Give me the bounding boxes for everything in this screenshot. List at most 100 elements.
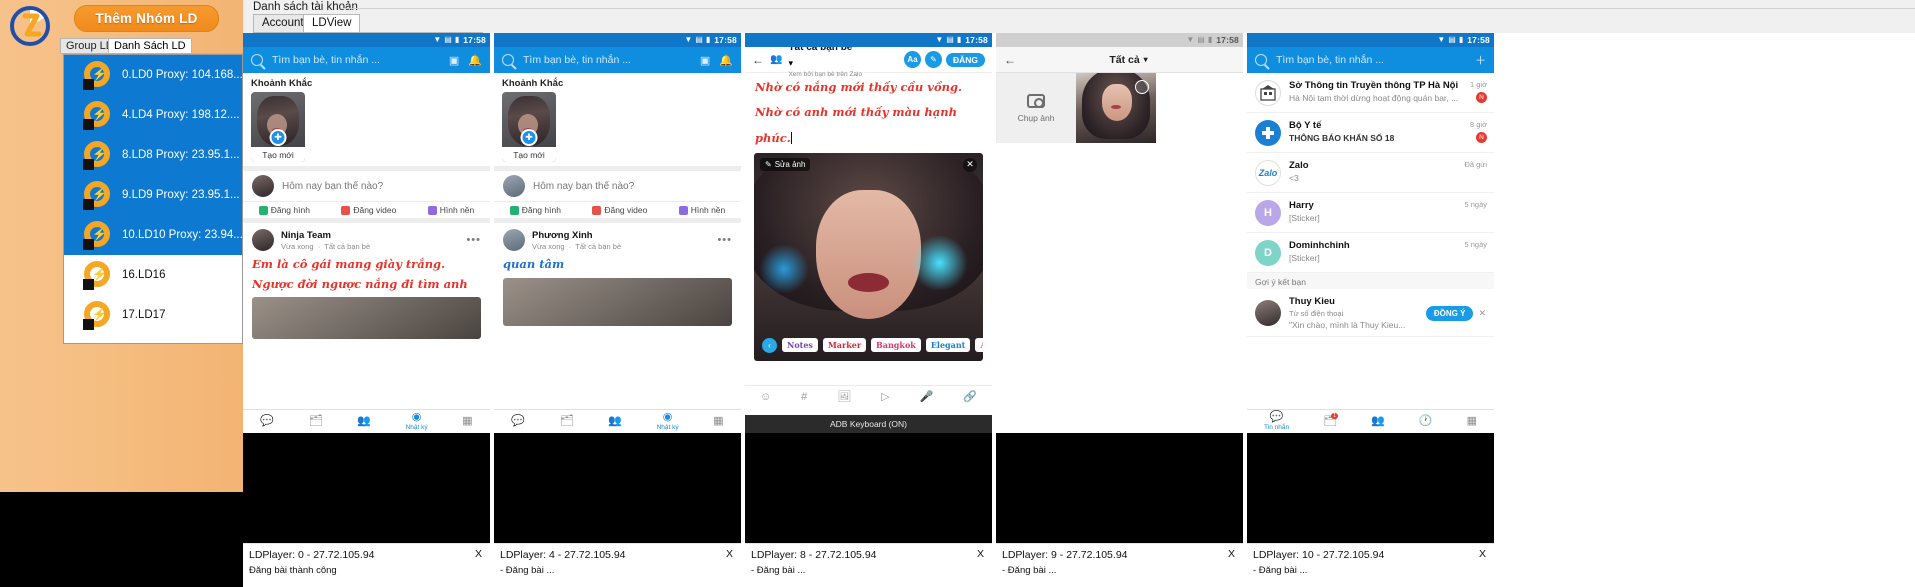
phone-screen-3[interactable]: ▼ ▤ ▮ 17:58 ← Tất cả ▾ Chụp ảnh	[996, 33, 1243, 433]
action-post-video[interactable]: Đăng video	[341, 205, 396, 215]
bottom-tabbar[interactable]: 💬 Tin nhắn 🗂 1 👥 🕐 ▦	[1247, 409, 1494, 433]
dismiss-suggestion-button[interactable]: ✕	[1478, 308, 1486, 319]
chat-list-item[interactable]: Zalo Zalo <3 Đã gửi	[1247, 153, 1494, 193]
gallery-photo-tile[interactable]	[1076, 73, 1156, 143]
friend-suggestion-item[interactable]: Thuy Kieu Từ số điện thoại "Xin chào, mì…	[1247, 289, 1494, 337]
zalo-search-bar[interactable]: Tìm bạn bè, tin nhắn ... ＋	[1247, 47, 1494, 73]
zalo-search-bar[interactable]: Tìm bạn bè, tin nhắn ... ▣ 🔔	[243, 47, 490, 73]
emulator-panel-3[interactable]: ▼ ▤ ▮ 17:58 ← Tất cả ▾ Chụp ảnh LDPlayer…	[996, 33, 1243, 587]
plus-icon[interactable]: ✚	[520, 129, 538, 146]
draw-button[interactable]: ✎	[924, 51, 942, 68]
phone-screen-2[interactable]: ▼ ▤ ▮ 17:58 ← 👥 Tất cả bạn bè ▾ Xem bởi …	[745, 33, 992, 433]
chevron-left-icon[interactable]: ‹	[762, 337, 777, 353]
tab-messages[interactable]: 💬 Tin nhắn	[1264, 412, 1289, 432]
plus-icon[interactable]: ✚	[269, 129, 287, 146]
emulator-panel-2[interactable]: ▼ ▤ ▮ 17:58 ← 👥 Tất cả bạn bè ▾ Xem bởi …	[745, 33, 992, 587]
ld-list-item[interactable]: ⚡ 8.LD8 Proxy: 23.95.1...	[64, 135, 242, 175]
remove-photo-button[interactable]: ✕	[963, 157, 977, 172]
action-wallpaper[interactable]: Hình nền	[427, 205, 474, 215]
ld-list-item[interactable]: ⚡ 10.LD10 Proxy: 23.94...	[64, 215, 242, 255]
editor-text-line3[interactable]: phúc.	[745, 124, 992, 149]
mic-icon[interactable]: 🎤	[920, 390, 934, 403]
sticker-option[interactable]: Marker	[822, 338, 867, 353]
ld-list-item[interactable]: ⚡ 16.LD16	[64, 255, 242, 295]
emulator-panel-0[interactable]: ▼ ▤ ▮ 17:58 Tìm bạn bè, tin nhắn ... ▣ 🔔…	[243, 33, 490, 587]
post-image[interactable]	[252, 297, 481, 340]
sticker-option[interactable]: Notes	[782, 338, 818, 353]
phone-screen-0[interactable]: ▼ ▤ ▮ 17:58 Tìm bạn bè, tin nhắn ... ▣ 🔔…	[243, 33, 490, 433]
qr-scan-icon[interactable]: ▣	[449, 54, 459, 67]
tab-contacts[interactable]: 🗂	[560, 416, 574, 427]
add-ld-group-button[interactable]: Thêm Nhóm LD	[74, 5, 219, 32]
footer-close-button[interactable]: X	[1228, 548, 1235, 560]
emulator-panel-4[interactable]: ▼ ▤ ▮ 17:58 Tìm bạn bè, tin nhắn ... ＋ S…	[1247, 33, 1494, 587]
composer-actions[interactable]: Đăng hình Đăng video Hình nền	[243, 201, 490, 223]
text-style-button[interactable]: Aa	[903, 51, 921, 68]
action-wallpaper[interactable]: Hình nền	[678, 205, 725, 215]
emoji-icon[interactable]: ☺	[760, 391, 771, 403]
action-post-video[interactable]: Đăng video	[592, 205, 647, 215]
moment-create-card[interactable]: ✚ Tạo mới	[502, 92, 556, 162]
tab-timeline[interactable]: 🕐	[1419, 416, 1433, 427]
footer-close-button[interactable]: X	[1479, 548, 1486, 560]
ld-list-item[interactable]: ⚡ 4.LD4 Proxy: 198.12....	[64, 95, 242, 135]
post-image[interactable]	[503, 277, 732, 326]
tab-more[interactable]: ▦	[713, 416, 723, 427]
moments-row[interactable]: ✚ Tạo mới	[494, 92, 741, 162]
link-icon[interactable]: 🔗	[963, 390, 977, 403]
moment-create-card[interactable]: ✚ Tạo mới	[251, 92, 305, 162]
tab-contacts[interactable]: 🗂	[309, 416, 323, 427]
qr-scan-icon[interactable]: ▣	[700, 54, 710, 67]
edit-photo-button[interactable]: ✎ Sửa ảnh	[760, 157, 811, 171]
status-composer[interactable]: Hôm nay bạn thế nào?	[494, 171, 741, 201]
hash-icon[interactable]: #	[801, 391, 807, 403]
back-arrow-icon[interactable]: ←	[752, 53, 764, 67]
tab-diary[interactable]: ◉ Nhật ký	[406, 412, 428, 432]
tab-contacts[interactable]: 🗂 1	[1323, 413, 1339, 427]
picker-title[interactable]: Tất cả ▾	[1022, 54, 1235, 66]
tab-groups[interactable]: 👥	[357, 416, 371, 427]
footer-close-button[interactable]: X	[977, 548, 984, 560]
status-composer[interactable]: Hôm nay bạn thế nào?	[243, 171, 490, 201]
tab-ldview[interactable]: LDView	[303, 14, 361, 33]
back-arrow-icon[interactable]: ←	[1004, 53, 1016, 67]
bottom-tabbar[interactable]: 💬 🗂 👥 ◉ Nhật ký ▦	[243, 409, 490, 433]
tab-diary[interactable]: ◉ Nhật ký	[657, 412, 679, 432]
post-more-icon[interactable]: •••	[466, 234, 481, 246]
editor-text-line1[interactable]: Nhờ có nắng mới thấy cầu vồng.	[745, 73, 992, 98]
post-submit-button[interactable]: ĐĂNG	[945, 52, 985, 67]
chat-list-item[interactable]: Sở Thông tin Truyền thông TP Hà Nội Hà N…	[1247, 73, 1494, 113]
gallery-icon[interactable]: 🖼	[837, 390, 851, 403]
tab-danh-sach-ld[interactable]: Danh Sách LD	[108, 38, 192, 54]
action-post-photo[interactable]: Đăng hình	[509, 205, 561, 215]
chat-list-item[interactable]: H Harry [Sticker] 5 ngày	[1247, 193, 1494, 233]
chat-list-item[interactable]: D Dominhchinh [Sticker] 5 ngày	[1247, 233, 1494, 273]
ld-list-item[interactable]: ⚡ 0.LD0 Proxy: 104.168...	[64, 55, 242, 95]
bell-icon[interactable]: 🔔	[468, 54, 482, 67]
bell-icon[interactable]: 🔔	[719, 54, 733, 67]
tab-groups[interactable]: 👥	[608, 416, 622, 427]
editor-text-line2[interactable]: Nhờ có anh mới thấy màu hạnh	[745, 98, 992, 123]
photo-select-checkbox[interactable]	[1135, 80, 1149, 94]
composer-actions[interactable]: Đăng hình Đăng video Hình nền	[494, 201, 741, 223]
sticker-carousel[interactable]: ‹ Notes Marker Bangkok Elegant Athens	[754, 337, 983, 353]
ld-list-item[interactable]: ⚡ 17.LD17	[64, 295, 242, 335]
editor-attached-photo[interactable]: ✎ Sửa ảnh ✕ ‹ Notes Marker Bangkok Elegan…	[754, 152, 983, 361]
tab-groups[interactable]: 👥	[1371, 416, 1385, 427]
editor-toolbar[interactable]: ☺ # 🖼 ▷ 🎤 🔗	[745, 385, 992, 407]
footer-close-button[interactable]: X	[475, 548, 482, 560]
take-photo-tile[interactable]: Chụp ảnh	[996, 73, 1076, 143]
add-icon[interactable]: ＋	[1475, 52, 1486, 68]
tab-messages[interactable]: 💬	[511, 416, 525, 427]
ld-list-item[interactable]: ⚡ 9.LD9 Proxy: 23.95.1...	[64, 175, 242, 215]
sticker-option[interactable]: Elegant	[925, 338, 971, 353]
phone-screen-1[interactable]: ▼ ▤ ▮ 17:58 Tìm bạn bè, tin nhắn ... ▣ 🔔…	[494, 33, 741, 433]
tab-messages[interactable]: 💬	[260, 416, 274, 427]
accept-friend-button[interactable]: ĐỒNG Ý	[1425, 305, 1474, 321]
emulator-panel-1[interactable]: ▼ ▤ ▮ 17:58 Tìm bạn bè, tin nhắn ... ▣ 🔔…	[494, 33, 741, 587]
ld-instance-list[interactable]: ⚡ 0.LD0 Proxy: 104.168... ⚡ 4.LD4 Proxy:…	[63, 54, 243, 344]
chat-list-item[interactable]: Bộ Y tế THÔNG BÁO KHẨN SỐ 18 8 giờ N	[1247, 113, 1494, 153]
tab-more[interactable]: ▦	[1467, 416, 1477, 427]
bottom-tabbar[interactable]: 💬 🗂 👥 ◉ Nhật ký ▦	[494, 409, 741, 433]
footer-close-button[interactable]: X	[726, 548, 733, 560]
